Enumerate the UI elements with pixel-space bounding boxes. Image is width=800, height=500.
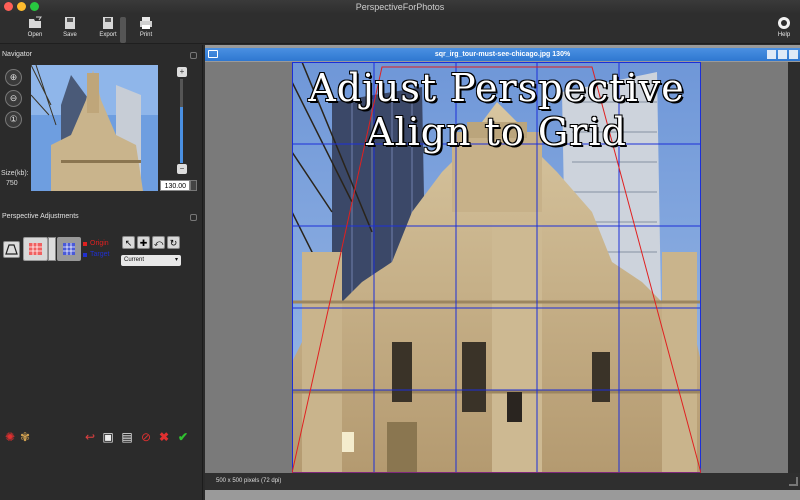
zoom-stepper[interactable]	[190, 180, 197, 191]
window-controls	[4, 2, 39, 11]
navigator-detach-icon[interactable]	[190, 52, 197, 59]
doc-close-button[interactable]	[789, 50, 798, 59]
doc-restore-button[interactable]	[778, 50, 787, 59]
image-canvas[interactable]: Adjust Perspective Align to Grid	[205, 62, 788, 473]
tray-in-icon[interactable]: ▣	[101, 430, 115, 444]
export-icon	[103, 17, 113, 29]
help-label: Help	[777, 32, 791, 38]
undo-tool-button[interactable]: ⤺	[152, 236, 165, 249]
zoom-slider[interactable]: + −	[176, 67, 188, 175]
help-icon	[778, 17, 790, 29]
zoom-actual-icon: ①	[9, 114, 18, 124]
minimize-window-button[interactable]	[17, 2, 26, 11]
perspective-detach-icon[interactable]	[190, 214, 197, 221]
overlay-title-line2: Align to Grid	[366, 110, 627, 154]
slider-minus-button[interactable]: −	[177, 164, 187, 174]
print-button[interactable]: Print	[128, 15, 164, 43]
pointer-tool-button[interactable]: ↖	[122, 236, 135, 249]
origin-grid-icon	[29, 243, 42, 255]
save-icon	[65, 17, 75, 29]
save-button[interactable]: Save	[52, 15, 88, 43]
mode-select-value: Current	[124, 257, 145, 263]
reset-tool-button[interactable]: ↻	[167, 236, 180, 249]
target-label: Target	[90, 251, 110, 258]
chevron-down-icon: ▾	[174, 257, 178, 263]
size-value: 750	[6, 180, 18, 187]
left-panel: Navigator ⊕ ⊖ ① + − Size(kb): 750 130.00…	[0, 45, 203, 500]
export-dropdown-arrow[interactable]	[120, 17, 126, 43]
open-label: Open	[27, 32, 43, 38]
doc-minimize-button[interactable]	[767, 50, 776, 59]
zoom-window-button[interactable]	[30, 2, 39, 11]
overlay-title-line1: Adjust Perspective	[308, 66, 685, 110]
perspective-title: Perspective Adjustments	[2, 213, 79, 220]
navigator-thumbnail[interactable]	[31, 65, 158, 191]
photo-view[interactable]: Adjust Perspective Align to Grid	[292, 62, 701, 473]
pineapple-icon[interactable]: ✾	[18, 430, 32, 444]
document-window: sqr_irg_tour-must-see-chicago.jpg 130% A…	[205, 45, 800, 500]
slider-plus-button[interactable]: +	[177, 67, 187, 77]
red-gear-icon[interactable]: ✺	[3, 430, 17, 444]
open-icon	[29, 16, 42, 28]
target-grid-button[interactable]	[57, 237, 81, 261]
thumbnail-image	[31, 65, 158, 191]
main-toolbar: Open Save Export Print Help	[0, 14, 800, 44]
doc-icon	[208, 50, 218, 58]
open-button[interactable]: Open	[17, 15, 53, 43]
discard-x-icon[interactable]: ✖	[157, 430, 171, 444]
origin-swatch	[83, 242, 87, 246]
export-label: Export	[99, 32, 117, 38]
close-window-button[interactable]	[4, 2, 13, 11]
target-grid-icon	[63, 243, 75, 255]
undo-arrow-icon[interactable]: ↩	[83, 430, 97, 444]
origin-grid-button[interactable]	[23, 237, 48, 261]
save-label: Save	[63, 32, 77, 38]
vertical-scrollbar[interactable]	[788, 62, 800, 473]
document-title: sqr_irg_tour-must-see-chicago.jpg 130%	[434, 51, 571, 58]
target-swatch	[83, 253, 87, 257]
undo-icon: ⤺	[153, 238, 164, 248]
origin-label: Origin	[90, 240, 109, 247]
add-point-tool-button[interactable]: ✚	[137, 236, 150, 249]
resize-grip-icon[interactable]	[789, 477, 798, 486]
zoom-actual-button[interactable]: ①	[5, 111, 22, 128]
apply-check-icon[interactable]: ✔	[176, 430, 190, 444]
zoom-out-button[interactable]: ⊖	[5, 90, 22, 107]
trapezoid-icon	[5, 244, 18, 255]
tray-out-icon[interactable]: ▤	[120, 430, 134, 444]
window-title: PerspectiveForPhotos	[355, 2, 445, 12]
status-bar: 500 x 500 pixels (72 dpi)	[205, 473, 800, 490]
zoom-in-icon: ⊕	[9, 72, 18, 82]
size-label: Size(kb):	[1, 170, 29, 177]
navigator-title: Navigator	[2, 51, 32, 58]
mode-select[interactable]: Current ▾	[121, 255, 181, 266]
help-button[interactable]: Help	[766, 15, 800, 43]
reset-icon: ↻	[169, 238, 178, 248]
status-text: 500 x 500 pixels (72 dpi)	[216, 478, 282, 484]
grid-stepper[interactable]	[48, 237, 56, 261]
zoom-in-button[interactable]: ⊕	[5, 69, 22, 86]
perspective-shape-button[interactable]	[3, 241, 20, 258]
window-titlebar: PerspectiveForPhotos	[0, 0, 800, 14]
add-point-icon: ✚	[139, 238, 148, 248]
slider-fill	[180, 107, 183, 163]
cancel-circle-icon[interactable]: ⊘	[139, 430, 153, 444]
pointer-icon: ↖	[124, 238, 133, 248]
print-label: Print	[139, 32, 153, 38]
zoom-value-field[interactable]: 130.00	[160, 180, 190, 191]
zoom-out-icon: ⊖	[9, 93, 18, 103]
document-titlebar: sqr_irg_tour-must-see-chicago.jpg 130%	[205, 48, 800, 61]
print-icon	[140, 17, 152, 29]
